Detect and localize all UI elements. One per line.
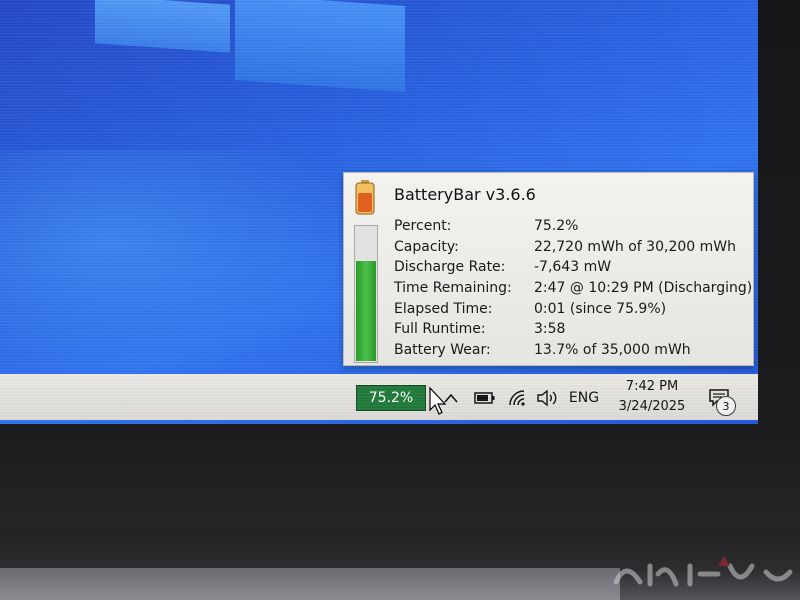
charge-level-fill [356,260,376,361]
battery-app-icon [355,180,375,215]
stat-label: Battery Wear: [394,342,491,359]
battery-icon[interactable] [472,384,498,412]
stat-value: -7,643 mW [534,259,612,276]
stat-row-discharge-rate: Discharge Rate: -7,643 mW [394,258,750,279]
wallpaper-glow [0,150,360,380]
mouse-cursor-icon [429,386,447,415]
stat-row-full-runtime: Full Runtime: 3:58 [394,320,750,341]
stat-row-elapsed-time: Elapsed Time: 0:01 (since 75.9%) [394,300,750,321]
volume-icon[interactable] [534,384,560,412]
stat-row-capacity: Capacity: 22,720 mWh of 30,200 mWh [394,238,750,259]
taskbar-clock[interactable]: 7:42 PM 3/24/2025 [612,374,692,420]
stat-value: 0:01 (since 75.9%) [534,300,667,317]
windows-logo-pane [95,0,230,53]
batterybar-taskbar-button[interactable]: 75.2% [356,385,426,411]
stat-label: Discharge Rate: [394,259,506,276]
stat-value: 3:58 [534,321,566,338]
clock-date: 3/24/2025 [618,399,686,414]
desk-surface [0,568,620,600]
stat-value: 75.2% [534,218,579,234]
stat-label: Elapsed Time: [394,300,493,317]
clock-time: 7:42 PM [625,379,679,394]
windows-logo-pane [235,0,405,92]
stat-value: 2:47 @ 10:29 PM (Discharging) [534,280,753,297]
stat-label: Time Remaining: [394,280,512,297]
language-indicator[interactable]: ENG [566,384,602,412]
stat-value: 13.7% of 35,000 mWh [534,342,691,359]
wifi-icon[interactable] [506,384,530,412]
stat-row-percent: Percent: 75.2% [394,217,750,238]
stat-label: Full Runtime: [394,321,486,338]
stat-value: 22,720 mWh of 30,200 mWh [534,238,736,255]
watermark-logo [613,556,793,587]
stat-label: Capacity: [394,238,459,255]
stat-row-battery-wear: Battery Wear: 13.7% of 35,000 mWh [394,341,750,362]
notification-count-badge: 3 [716,396,736,416]
batterybar-tooltip: BatteryBar v3.6.6 Percent: 75.2% Capacit… [343,172,754,366]
stat-label: Percent: [394,218,452,234]
battery-stats: Percent: 75.2% Capacity: 22,720 mWh of 3… [394,217,753,362]
stat-row-time-remaining: Time Remaining: 2:47 @ 10:29 PM (Dischar… [394,279,753,300]
tooltip-title: BatteryBar v3.6.6 [394,185,536,204]
charge-level-meter [354,225,378,363]
